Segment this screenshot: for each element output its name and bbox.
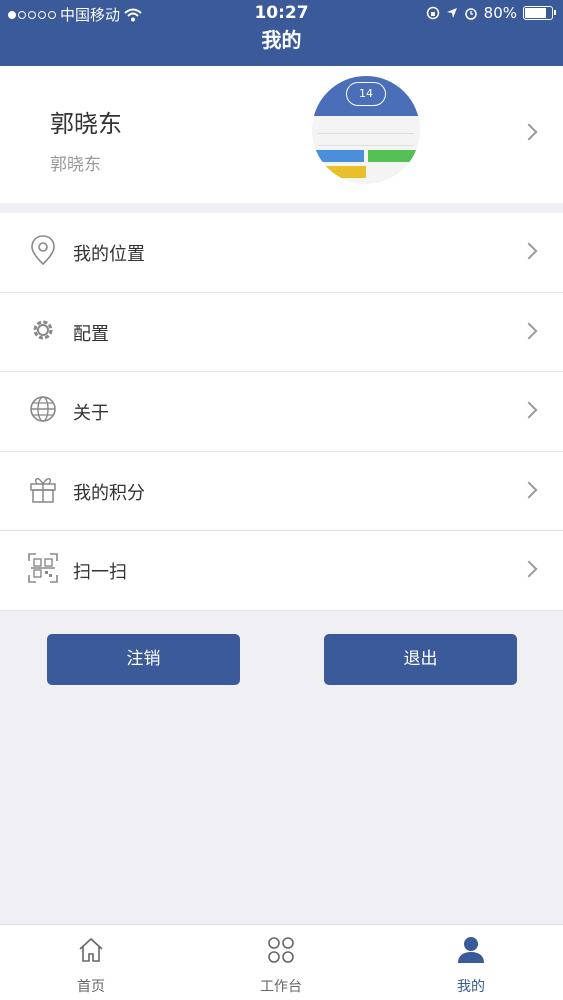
alarm-icon bbox=[464, 8, 477, 20]
chevron-right-icon bbox=[520, 401, 538, 419]
home-icon bbox=[79, 937, 103, 962]
page-title: 我的 bbox=[261, 28, 302, 52]
user-icon bbox=[458, 937, 484, 963]
gear-icon bbox=[28, 313, 58, 347]
menu-item-label: 我的位置 bbox=[73, 244, 145, 265]
menu-item-config[interactable]: 配置 bbox=[0, 293, 563, 372]
menu-item-scan[interactable]: 扫一扫 bbox=[0, 531, 563, 611]
avatar[interactable]: 14 bbox=[312, 76, 420, 184]
chevron-right-icon bbox=[520, 242, 538, 260]
menu-item-label: 我的积分 bbox=[73, 482, 145, 504]
menu-item-label: 配置 bbox=[73, 323, 109, 345]
app-header: 中国移动 10:27 80% 我的 bbox=[0, 0, 563, 66]
tab-label: 工作台 bbox=[260, 979, 302, 995]
tab-bar: 首页 工作台 我的 bbox=[0, 924, 563, 1000]
menu-item-points[interactable]: 我的积分 bbox=[0, 452, 563, 531]
chevron-right-icon bbox=[520, 560, 538, 578]
avatar-badge: 14 bbox=[346, 82, 386, 106]
chevron-right-icon bbox=[520, 322, 538, 339]
profile-subtitle: 郭晓东 bbox=[50, 155, 101, 175]
battery-icon bbox=[523, 6, 556, 20]
chevron-right-icon bbox=[520, 481, 538, 498]
chevron-right-icon bbox=[520, 123, 538, 141]
status-right: 80% bbox=[426, 4, 556, 22]
menu-item-location[interactable]: 我的位置 bbox=[0, 213, 563, 293]
qr-scan-icon bbox=[28, 551, 58, 585]
tab-label: 首页 bbox=[77, 979, 105, 995]
tab-mine[interactable]: 我的 bbox=[411, 925, 531, 1000]
gift-icon bbox=[28, 472, 58, 506]
status-bar: 中国移动 10:27 80% bbox=[0, 0, 563, 26]
cancel-account-button[interactable]: 注销 bbox=[47, 634, 240, 685]
menu-item-label: 扫一扫 bbox=[73, 562, 127, 583]
profile-name: 郭晓东 bbox=[50, 110, 122, 138]
location-pin-icon bbox=[28, 233, 58, 267]
menu-item-label: 关于 bbox=[73, 403, 109, 424]
menu-item-about[interactable]: 关于 bbox=[0, 372, 563, 452]
tab-label: 我的 bbox=[457, 979, 485, 995]
logout-button[interactable]: 退出 bbox=[324, 634, 517, 685]
profile-card[interactable]: 郭晓东 郭晓东 14 bbox=[0, 66, 563, 203]
tab-workbench[interactable]: 工作台 bbox=[221, 925, 341, 1000]
tab-home[interactable]: 首页 bbox=[31, 925, 151, 1000]
grid-dots-icon bbox=[268, 937, 294, 963]
settings-menu: 我的位置 配置 关于 我的积分 扫一扫 bbox=[0, 213, 563, 611]
rotation-lock-icon bbox=[426, 6, 439, 20]
location-arrow-icon bbox=[446, 8, 457, 18]
battery-percent: 80% bbox=[483, 4, 517, 22]
globe-icon bbox=[28, 392, 58, 426]
